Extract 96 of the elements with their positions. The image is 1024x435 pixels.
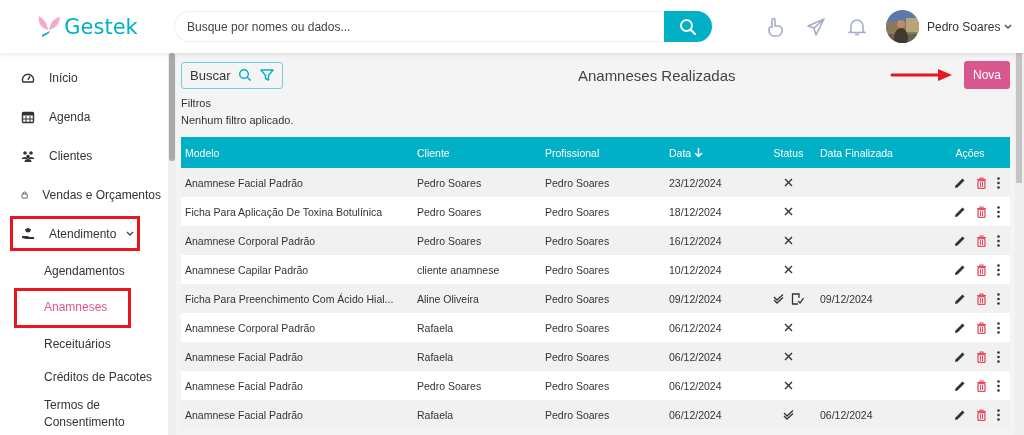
butterfly-logo-icon <box>36 13 63 40</box>
caret-icon <box>1004 23 1013 30</box>
more-options-icon[interactable] <box>997 205 1000 218</box>
table-cell: Pedro Soares <box>545 176 610 189</box>
pencil-icon[interactable] <box>954 408 966 421</box>
table-cell: 06/12/2024 <box>669 379 722 392</box>
table-cell: 16/12/2024 <box>669 234 722 247</box>
table-cell: 23/12/2024 <box>669 176 722 189</box>
trash-icon[interactable] <box>976 321 987 334</box>
users-icon <box>21 148 35 163</box>
table-cell: Anamnese Facial Padrão <box>185 379 303 392</box>
trash-icon[interactable] <box>976 408 987 421</box>
table-cell: Pedro Soares <box>545 205 610 218</box>
table-cell: Anamnese Facial Padrão <box>185 408 303 421</box>
table-cell: 18/12/2024 <box>669 205 722 218</box>
table-cell: Pedro Soares <box>545 234 610 247</box>
more-options-icon[interactable] <box>997 350 1000 363</box>
table-cell: 10/12/2024 <box>669 263 722 276</box>
pencil-icon[interactable] <box>954 292 966 305</box>
pencil-icon[interactable] <box>954 263 966 276</box>
table-cell: Pedro Soares <box>417 176 482 189</box>
pencil-icon[interactable] <box>954 205 966 218</box>
scrollbar-thumb[interactable] <box>1016 53 1022 183</box>
table-cell: Rafaela <box>417 350 454 363</box>
trash-icon[interactable] <box>976 292 987 305</box>
table-cell: 09/12/2024 <box>669 292 722 305</box>
search-field[interactable]: Busque por nomes ou dados... <box>174 11 664 42</box>
trash-icon[interactable] <box>976 379 987 392</box>
pencil-icon[interactable] <box>954 379 966 392</box>
sidebar-subitem[interactable]: Receituários <box>14 328 164 361</box>
table-cell: Rafaela <box>417 408 454 421</box>
sidebar-item[interactable]: Vendas e Orçamentos <box>10 182 164 207</box>
pencil-icon[interactable] <box>954 234 966 247</box>
calendar-icon <box>21 109 35 124</box>
table-cell: Pedro Soares <box>545 321 610 334</box>
sidebar-subitem[interactable]: Anamneses <box>14 288 131 328</box>
search-button[interactable] <box>664 11 712 42</box>
sidebar-subitem[interactable]: Créditos de Pacotes <box>14 361 164 394</box>
more-options-icon[interactable] <box>997 292 1000 305</box>
table-cell: Pedro Soares <box>545 292 610 305</box>
trash-icon[interactable] <box>976 263 987 276</box>
trash-icon[interactable] <box>976 176 987 189</box>
table-cell: Pedro Soares <box>417 205 482 218</box>
table-cell: 09/12/2024 <box>820 292 873 305</box>
table-cell: Anamnese Facial Padrão <box>185 176 303 189</box>
more-options-icon[interactable] <box>997 379 1000 392</box>
table-cell: Pedro Soares <box>545 408 610 421</box>
pencil-icon[interactable] <box>954 321 966 334</box>
table-cell: 06/12/2024 <box>820 408 873 421</box>
filter-icon <box>260 68 275 82</box>
new-button[interactable]: Nova <box>964 61 1010 89</box>
table-cell: Anamnese Corporal Padrão <box>185 321 316 334</box>
table-cell: Rafaela <box>417 321 454 334</box>
user-menu[interactable]: Pedro Soares <box>927 19 1013 34</box>
hand-icon <box>21 226 35 241</box>
table-cell: Aline Oliveira <box>417 292 479 305</box>
search-icon <box>679 17 697 36</box>
scrollbar-thumb[interactable] <box>169 53 175 161</box>
sidebar-item[interactable]: Atendimento <box>10 216 140 251</box>
table-cell: Pedro Soares <box>417 379 482 392</box>
table-cell: Pedro Soares <box>545 379 610 392</box>
table-cell: Pedro Soares <box>545 263 610 276</box>
table-cell: 06/12/2024 <box>669 408 722 421</box>
page-title: Anamneses Realizadas <box>576 66 737 84</box>
sidebar-subitem[interactable]: Agendamentos <box>14 255 164 288</box>
filters-value: Nenhum filtro aplicado. <box>181 113 295 128</box>
table-cell: Pedro Soares <box>417 234 482 247</box>
filter-search-button[interactable]: Buscar <box>181 61 284 89</box>
more-options-icon[interactable] <box>997 408 1000 421</box>
sidebar-item[interactable]: Clientes <box>10 143 164 168</box>
table-cell: Ficha Para Aplicação De Toxina Botulínica <box>185 205 383 218</box>
search-icon <box>238 68 253 82</box>
more-options-icon[interactable] <box>997 234 1000 247</box>
pencil-icon[interactable] <box>954 350 966 363</box>
caret-icon <box>126 230 135 237</box>
more-options-icon[interactable] <box>997 263 1000 276</box>
trash-icon[interactable] <box>976 205 987 218</box>
sidebar-item[interactable]: Início <box>10 65 164 90</box>
more-options-icon[interactable] <box>997 321 1000 334</box>
table-cell: Ficha Para Preenchimento Com Ácido Hial... <box>185 292 394 305</box>
pencil-icon[interactable] <box>954 176 966 189</box>
sidebar-item[interactable]: Agenda <box>10 104 164 129</box>
more-options-icon[interactable] <box>997 176 1000 189</box>
trash-icon[interactable] <box>976 350 987 363</box>
sort-arrow-icon[interactable] <box>694 147 704 158</box>
table-cell: cliente anamnese <box>417 263 500 276</box>
table-cell: Pedro Soares <box>545 350 610 363</box>
table-cell: 06/12/2024 <box>669 350 722 363</box>
filters-label: Filtros <box>181 96 212 111</box>
trash-icon[interactable] <box>976 234 987 247</box>
table-cell: Anamnese Facial Padrão <box>185 350 303 363</box>
table-cell: Anamnese Capilar Padrão <box>185 263 309 276</box>
sidebar-subitem[interactable]: Termos de Consentimento <box>14 394 164 434</box>
logo-text: Gestek <box>64 14 138 39</box>
table-cell: Anamnese Corporal Padrão <box>185 234 316 247</box>
table-cell: 06/12/2024 <box>669 321 722 334</box>
